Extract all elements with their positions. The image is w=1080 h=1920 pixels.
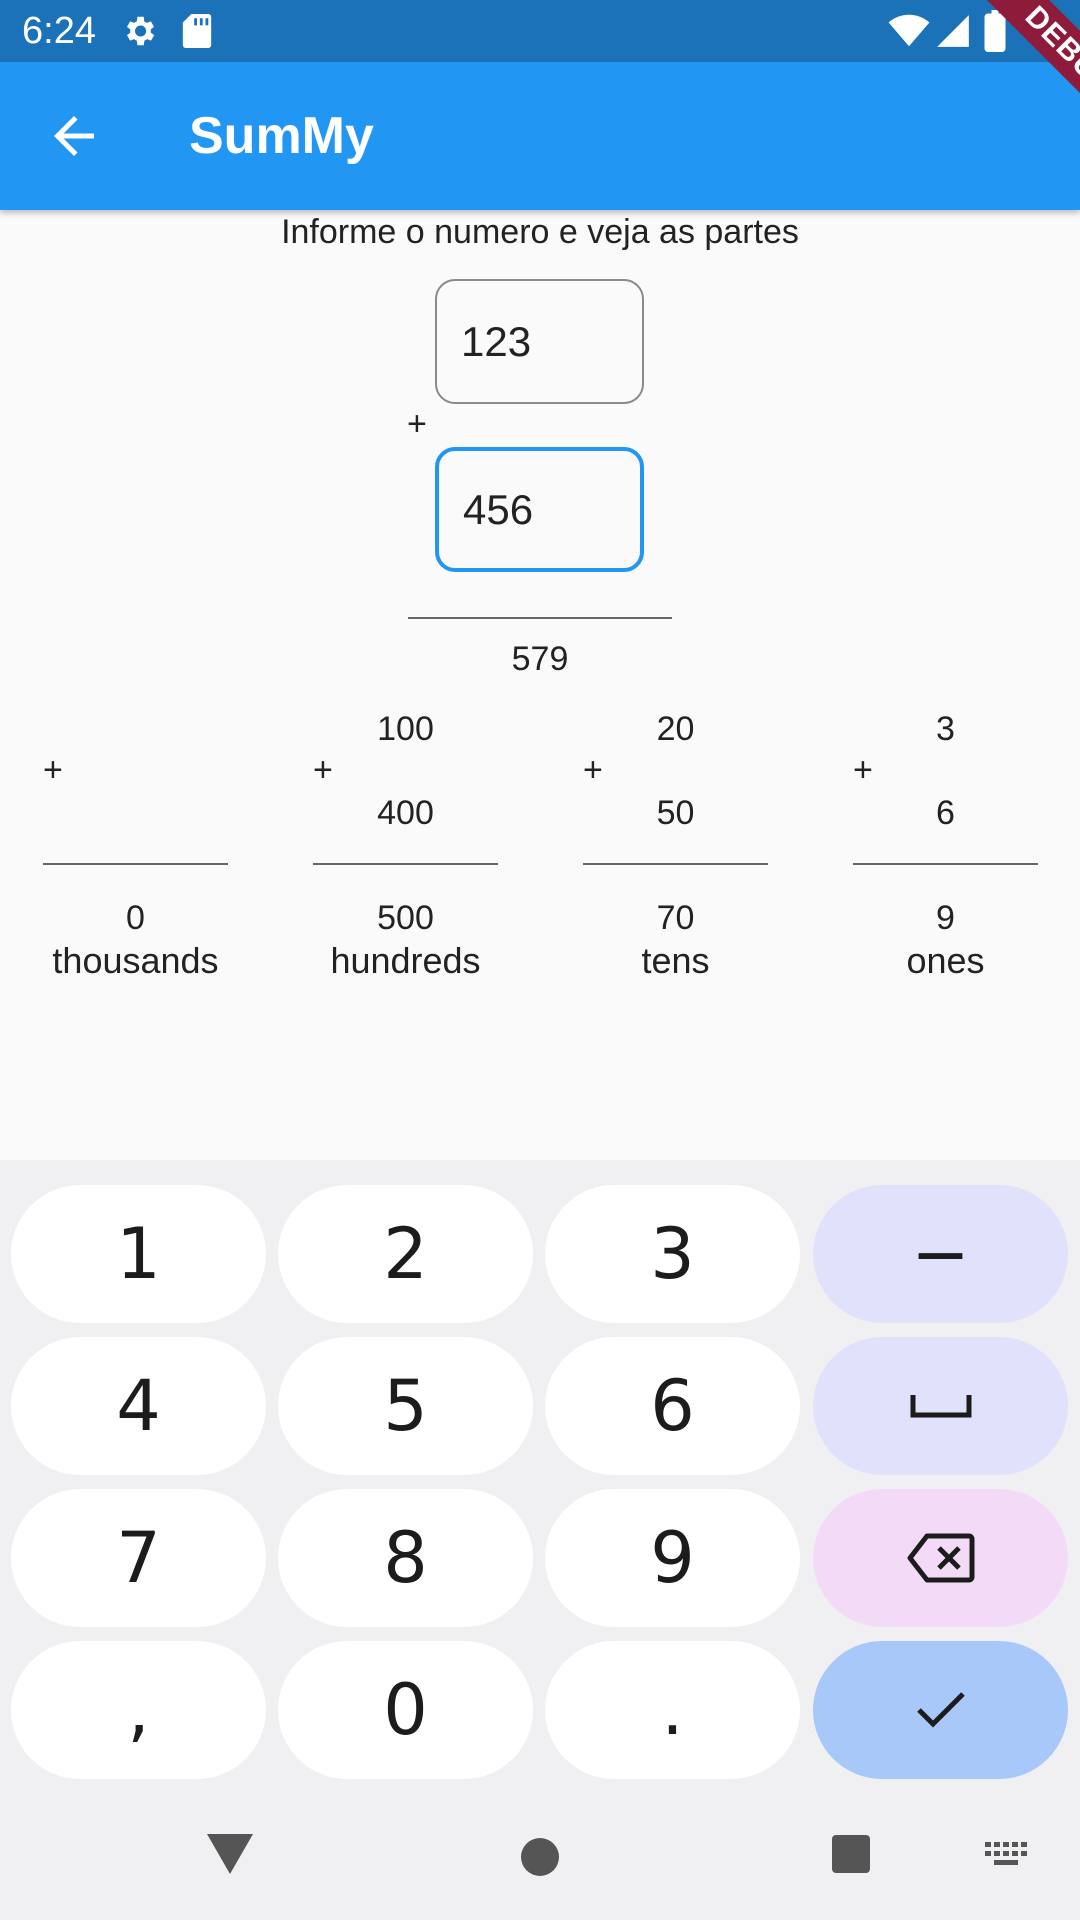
back-triangle-icon[interactable] <box>207 1834 253 1874</box>
key-9[interactable]: 9 <box>545 1489 800 1627</box>
sum-divider-line <box>408 617 672 619</box>
key-period[interactable]: . <box>545 1641 800 1779</box>
key-7[interactable]: 7 <box>11 1489 266 1627</box>
settings-gear-icon <box>126 16 155 46</box>
key-3[interactable]: 3 <box>545 1185 800 1323</box>
space-icon <box>910 1395 971 1418</box>
checkmark-icon <box>916 1692 965 1728</box>
key-done[interactable] <box>813 1641 1068 1779</box>
key-comma[interactable]: , <box>11 1641 266 1779</box>
ones-bottom-value: 6 <box>936 794 955 832</box>
thousands-column: + 0 thousands <box>43 700 233 990</box>
key-2[interactable]: 2 <box>278 1185 533 1323</box>
tens-column: + 20 50 70 tens <box>583 700 773 990</box>
signal-icon <box>937 15 969 47</box>
thousands-label: thousands <box>52 940 219 981</box>
key-6[interactable]: 6 <box>545 1337 800 1475</box>
ones-label: ones <box>906 940 985 981</box>
hundreds-result: 500 <box>377 899 434 937</box>
key-backspace[interactable] <box>813 1489 1068 1627</box>
hundreds-bottom-value: 400 <box>377 794 434 832</box>
instruction-text: Informe o numero e veja as partes <box>281 213 799 251</box>
app-bar: SumMy <box>0 62 1080 210</box>
tens-result: 70 <box>656 899 695 937</box>
tens-plus: + <box>583 751 603 789</box>
app-title: SumMy <box>189 107 374 165</box>
key-0[interactable]: 0 <box>278 1641 533 1779</box>
sd-card-icon <box>182 14 212 48</box>
key-8[interactable]: 8 <box>278 1489 533 1627</box>
keyboard-icon[interactable] <box>985 1840 1029 1870</box>
battery-icon <box>984 10 1006 52</box>
tens-bottom-value: 50 <box>656 794 695 832</box>
status-time: 6:24 <box>22 10 96 52</box>
status-bar: 6:24 <box>0 0 1080 62</box>
key-1[interactable]: 1 <box>11 1185 266 1323</box>
ones-plus: + <box>853 751 873 789</box>
hundreds-divider <box>313 863 498 865</box>
total-result: 579 <box>511 640 569 678</box>
ones-top-value: 3 <box>936 710 955 748</box>
tens-top-value: 20 <box>656 710 695 748</box>
wifi-icon <box>888 14 930 47</box>
numeric-keyboard: 1 2 3 − 4 5 6 7 8 9 , 0 . <box>0 1160 1080 1780</box>
ones-result: 9 <box>936 899 955 937</box>
key-5[interactable]: 5 <box>278 1337 533 1475</box>
tens-label: tens <box>641 940 710 981</box>
hundreds-column: + 100 400 500 hundreds <box>313 700 503 990</box>
hundreds-plus: + <box>313 751 333 789</box>
back-arrow-icon[interactable] <box>44 106 104 166</box>
first-number-input[interactable] <box>435 279 644 404</box>
recents-square-icon[interactable] <box>832 1835 870 1873</box>
key-space[interactable] <box>813 1337 1068 1475</box>
plus-sign: + <box>407 405 427 443</box>
thousands-divider <box>43 863 228 865</box>
thousands-plus: + <box>43 751 63 789</box>
key-minus[interactable]: − <box>813 1185 1068 1323</box>
hundreds-top-value: 100 <box>377 710 434 748</box>
backspace-icon <box>907 1533 974 1583</box>
key-4[interactable]: 4 <box>11 1337 266 1475</box>
ones-divider <box>853 863 1038 865</box>
hundreds-label: hundreds <box>330 940 481 981</box>
tens-divider <box>583 863 768 865</box>
ones-column: + 3 6 9 ones <box>853 700 1043 990</box>
thousands-result: 0 <box>126 899 145 937</box>
second-number-input[interactable] <box>435 447 644 572</box>
home-circle-icon[interactable] <box>521 1838 559 1876</box>
